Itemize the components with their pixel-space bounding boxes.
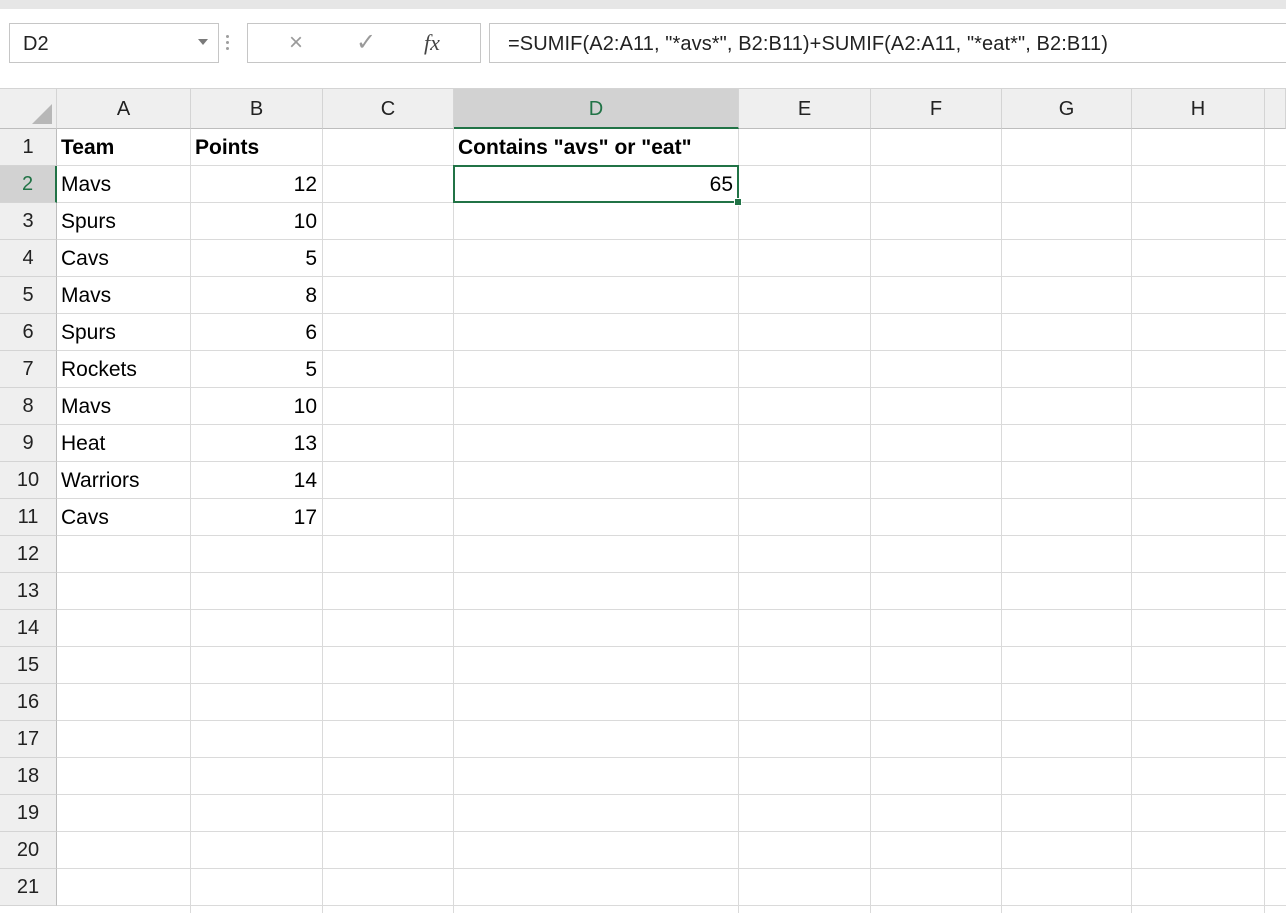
row-header-9[interactable]: 9 <box>0 425 57 462</box>
active-cell-border <box>453 165 739 203</box>
cell-team[interactable]: Rockets <box>61 351 185 388</box>
column-header-f[interactable]: F <box>871 89 1002 129</box>
select-all-corner[interactable] <box>0 89 57 129</box>
row-header-11[interactable]: 11 <box>0 499 57 536</box>
cell-team[interactable]: Spurs <box>61 203 185 240</box>
cell-team[interactable]: Cavs <box>61 240 185 277</box>
column-header-a[interactable]: A <box>57 89 191 129</box>
column-header-c[interactable]: C <box>323 89 454 129</box>
row-header-19[interactable]: 19 <box>0 795 57 832</box>
name-box[interactable]: D2 <box>9 23 219 63</box>
column-header-g[interactable]: G <box>1002 89 1132 129</box>
select-all-icon <box>32 104 52 124</box>
cell-points[interactable]: 10 <box>195 388 317 425</box>
row-header-18[interactable]: 18 <box>0 758 57 795</box>
formula-text: =SUMIF(A2:A11, "*avs*", B2:B11)+SUMIF(A2… <box>508 33 1109 55</box>
row-header-12[interactable]: 12 <box>0 536 57 573</box>
row-header-21[interactable]: 21 <box>0 869 57 906</box>
drag-handle-icon[interactable] <box>226 35 230 51</box>
gridline-horizontal <box>57 720 1286 721</box>
row-header-6[interactable]: 6 <box>0 314 57 351</box>
row-header-4[interactable]: 4 <box>0 240 57 277</box>
gridline-vertical <box>1264 129 1265 913</box>
gridline-horizontal <box>57 609 1286 610</box>
window-top-strip <box>0 0 1286 9</box>
cell-points[interactable]: 17 <box>195 499 317 536</box>
cell-area[interactable]: Team Points Contains "avs" or "eat" Mavs 12 S… <box>57 129 1286 913</box>
cell-points[interactable]: 12 <box>195 166 317 203</box>
row-header-10[interactable]: 10 <box>0 462 57 499</box>
row-header-20[interactable]: 20 <box>0 832 57 869</box>
formula-bar: D2 × ✓ fx =SUMIF(A2:A11, "*avs*", B2:B11… <box>0 9 1286 89</box>
gridline-vertical <box>322 129 323 913</box>
row-header-7[interactable]: 7 <box>0 351 57 388</box>
row-header-13[interactable]: 13 <box>0 573 57 610</box>
cell-points[interactable]: 6 <box>195 314 317 351</box>
gridline-horizontal <box>57 794 1286 795</box>
gridline-horizontal <box>57 683 1286 684</box>
cell-team[interactable]: Mavs <box>61 166 185 203</box>
gridline-vertical <box>738 129 739 913</box>
cell-team[interactable]: Mavs <box>61 388 185 425</box>
cancel-icon[interactable]: × <box>276 24 316 62</box>
gridline-vertical <box>870 129 871 913</box>
cell-team[interactable]: Warriors <box>61 462 185 499</box>
chevron-down-icon[interactable] <box>198 39 208 45</box>
cell-team[interactable]: Spurs <box>61 314 185 351</box>
row-header-5[interactable]: 5 <box>0 277 57 314</box>
gridline-horizontal <box>57 646 1286 647</box>
cell-points[interactable]: 8 <box>195 277 317 314</box>
cell-team[interactable]: Heat <box>61 425 185 462</box>
cell-a1-header[interactable]: Team <box>61 129 185 166</box>
row-header-2[interactable]: 2 <box>0 166 57 203</box>
enter-check-icon[interactable]: ✓ <box>346 24 386 62</box>
spreadsheet-grid[interactable]: ABCDEFGH 1 2 3 4 5 6 7 8 9 10 11 12 13 14 15 16 17 18 19 20… <box>0 89 1286 913</box>
gridline-vertical <box>453 129 454 913</box>
row-header-3[interactable]: 3 <box>0 203 57 240</box>
formula-controls: × ✓ fx <box>247 23 481 63</box>
formula-input[interactable]: =SUMIF(A2:A11, "*avs*", B2:B11)+SUMIF(A2… <box>489 23 1286 63</box>
gridline-horizontal <box>57 831 1286 832</box>
name-box-value: D2 <box>23 33 49 55</box>
column-header-d[interactable]: D <box>454 89 739 129</box>
cell-team[interactable]: Mavs <box>61 277 185 314</box>
row-header-1[interactable]: 1 <box>0 129 57 166</box>
cell-points[interactable]: 10 <box>195 203 317 240</box>
row-header-16[interactable]: 16 <box>0 684 57 721</box>
cell-points[interactable]: 5 <box>195 240 317 277</box>
gridline-horizontal <box>57 868 1286 869</box>
fill-handle[interactable] <box>734 198 742 206</box>
gridline-horizontal <box>57 757 1286 758</box>
column-header-partial[interactable] <box>1265 89 1286 129</box>
column-header-h[interactable]: H <box>1132 89 1265 129</box>
cell-points[interactable]: 13 <box>195 425 317 462</box>
gridline-horizontal <box>57 905 1286 906</box>
cell-d1-header[interactable]: Contains "avs" or "eat" <box>458 129 733 166</box>
gridline-vertical <box>1001 129 1002 913</box>
row-header-14[interactable]: 14 <box>0 610 57 647</box>
gridline-vertical <box>190 129 191 913</box>
row-header-17[interactable]: 17 <box>0 721 57 758</box>
row-header-15[interactable]: 15 <box>0 647 57 684</box>
cell-points[interactable]: 5 <box>195 351 317 388</box>
row-header-8[interactable]: 8 <box>0 388 57 425</box>
column-header-b[interactable]: B <box>191 89 323 129</box>
cell-b1-header[interactable]: Points <box>195 129 317 166</box>
gridline-vertical <box>1131 129 1132 913</box>
cell-points[interactable]: 14 <box>195 462 317 499</box>
insert-function-icon[interactable]: fx <box>412 24 452 62</box>
cell-team[interactable]: Cavs <box>61 499 185 536</box>
gridline-horizontal <box>57 572 1286 573</box>
column-header-e[interactable]: E <box>739 89 871 129</box>
